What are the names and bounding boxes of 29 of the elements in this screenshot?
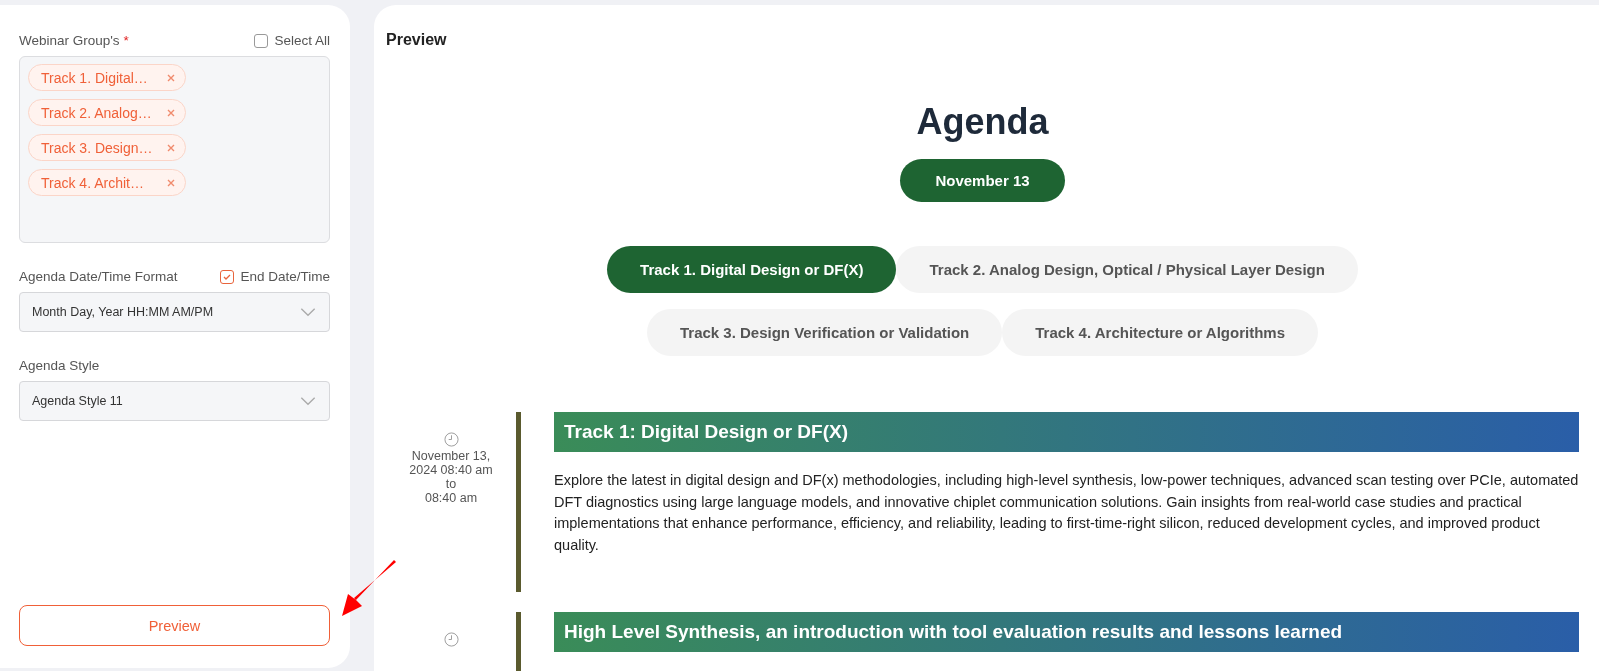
clock-icon bbox=[443, 432, 459, 447]
field-label: Webinar Group's * bbox=[19, 33, 129, 48]
remove-icon[interactable] bbox=[167, 143, 175, 152]
track-tab[interactable]: Track 3. Design Verification or Validation bbox=[646, 309, 1003, 356]
chevron-down-icon bbox=[299, 307, 317, 317]
session-time: 08:40 am bbox=[424, 491, 478, 505]
date-tab[interactable]: November 13 bbox=[900, 159, 1065, 202]
select-all-checkbox[interactable]: Select All bbox=[254, 33, 330, 48]
track-tab[interactable]: Track 2. Analog Design, Optical / Physical Layer Design bbox=[896, 246, 1358, 293]
field-label: Agenda Date/Time Format bbox=[19, 269, 178, 284]
clock-icon bbox=[443, 632, 459, 647]
track-tab[interactable]: Track 1. Digital Design or DF(X) bbox=[607, 246, 897, 293]
chevron-down-icon bbox=[299, 396, 317, 406]
session-time: to bbox=[445, 477, 457, 491]
checkbox-icon[interactable] bbox=[220, 269, 235, 284]
remove-icon[interactable] bbox=[167, 178, 175, 187]
end-date-checkbox[interactable]: End Date/Time bbox=[220, 269, 330, 284]
remove-icon[interactable] bbox=[167, 108, 175, 117]
agenda-style-select[interactable]: Agenda Style 11 bbox=[19, 381, 330, 421]
date-format-select[interactable]: Month Day, Year HH:MM AM/PM bbox=[19, 292, 330, 332]
field-label: Agenda Style bbox=[19, 358, 100, 373]
agenda-heading: Agenda bbox=[915, 101, 1050, 143]
remove-icon[interactable] bbox=[167, 73, 175, 82]
session-description: Explore the latest in digital design and DF(x) methodologies, including high-level synthesis, low-power techniques, advanced scan testing over PCIe, automated DFT diagnostics using large language models, and innovative chiplet communication solutions. Gain insights from real-world case studies and practical implementations that enhance performance, efficiency, and reliability, leading to first-time-right silicon, reduced development cycles, and improved product quality. bbox=[554, 471, 1579, 555]
session-title: High Level Synthesis, an introduction with tool evaluation results and lessons learned bbox=[554, 612, 1579, 652]
checkbox-icon[interactable] bbox=[254, 33, 269, 48]
track-tab[interactable]: Track 4. Architecture or Algorithms bbox=[1002, 309, 1319, 356]
panel-title: Preview bbox=[386, 31, 448, 49]
session-title: Track 1: Digital Design or DF(X) bbox=[554, 412, 1579, 452]
